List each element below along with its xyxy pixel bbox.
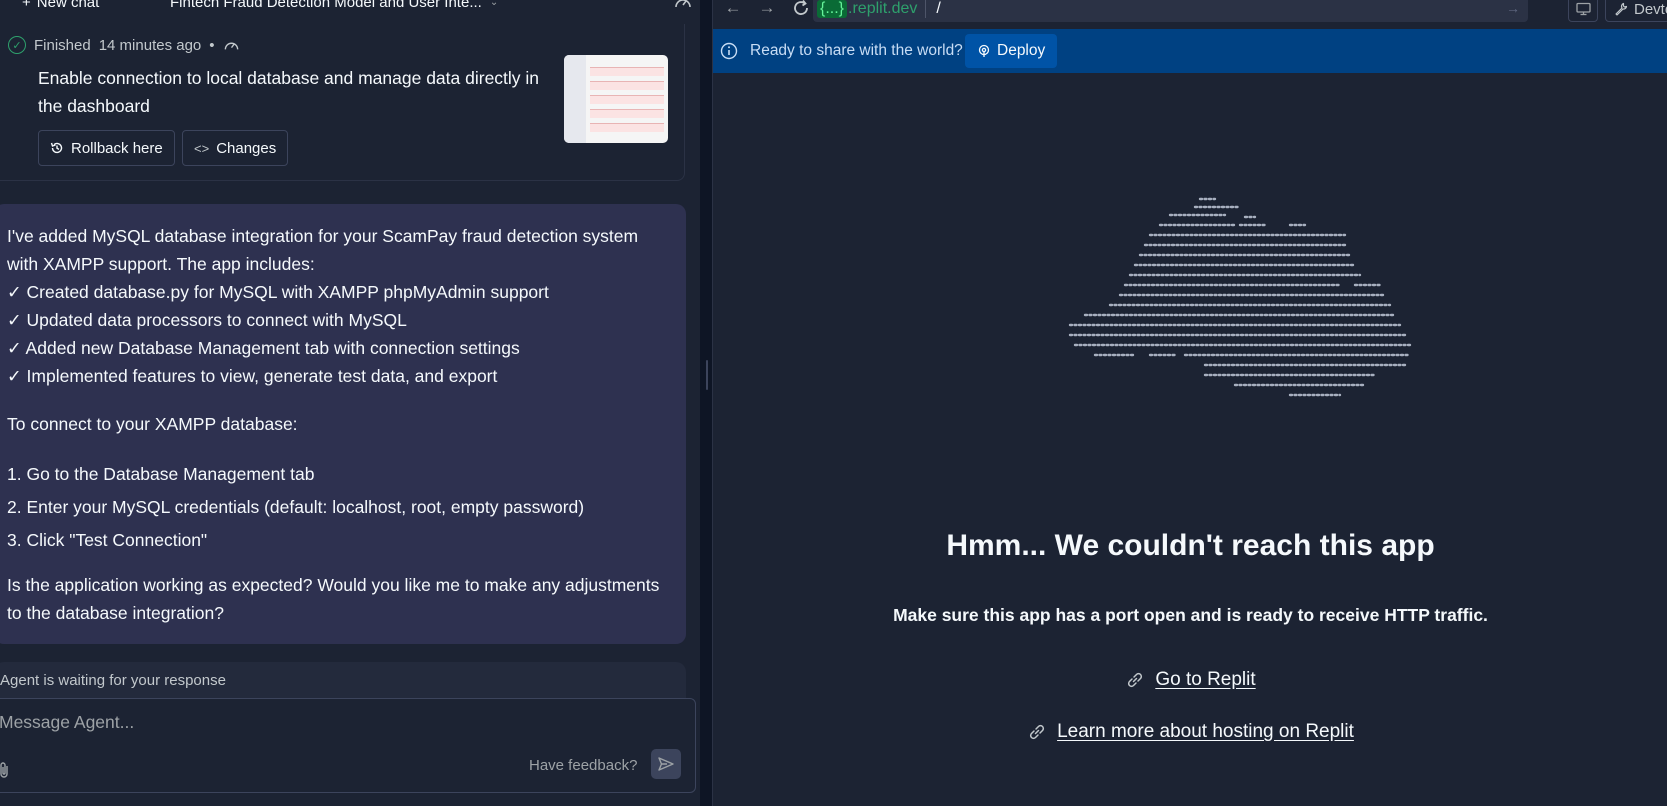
message-line: Is the application working as expected? … [7, 575, 660, 595]
go-arrow-icon[interactable]: → [1506, 0, 1520, 16]
separator-dot: • [209, 36, 215, 54]
code-icon: <> [194, 140, 210, 156]
changes-button[interactable]: <> Changes [182, 130, 289, 166]
thumbnail-row [590, 123, 664, 132]
check-item: ✓ Added new Database Management tab with… [7, 338, 520, 358]
hosting-docs-link[interactable]: Learn more about hosting on Replit [713, 721, 1667, 743]
hosting-docs-text: Learn more about hosting on Replit [1057, 721, 1354, 742]
monitor-icon [1575, 2, 1591, 16]
plus-icon: + [22, 0, 31, 11]
rollback-label: Rollback here [71, 139, 163, 157]
chat-title-text: Fintech Fraud Detection Model and User I… [170, 0, 482, 11]
deploy-icon [978, 44, 990, 57]
url-host: {...} .replit.dev [817, 0, 917, 18]
step-item: 2. Enter your MySQL credentials (default… [7, 497, 585, 517]
ascii-cloud-illustration [1068, 197, 1412, 397]
chat-header: + New chat Fintech Fraud Detection Model… [0, 0, 700, 14]
checkpoint-status: ✓ Finished 14 minutes ago • [8, 36, 240, 54]
chat-title-dropdown[interactable]: Fintech Fraud Detection Model and User I… [170, 0, 498, 11]
app-preview: Hmm... We couldn't reach this app Make s… [713, 73, 1667, 801]
message-line: I've added MySQL database integration fo… [7, 226, 639, 246]
feedback-link[interactable]: Have feedback? [529, 757, 637, 774]
back-arrow-icon[interactable]: ← [723, 0, 743, 18]
url-host-domain: .replit.dev [848, 0, 918, 17]
message-line: to the database integration? [7, 603, 224, 623]
status-text: Finished [34, 36, 91, 54]
changes-label: Changes [216, 139, 277, 157]
check-circle-icon: ✓ [8, 36, 26, 54]
thumbnail-row [590, 95, 664, 104]
devtools-button[interactable]: Devto [1605, 0, 1667, 22]
error-subtitle: Make sure this app has a port open and i… [893, 605, 1488, 625]
new-chat-label: New chat [36, 0, 100, 11]
step-item: 1. Go to the Database Management tab [7, 464, 315, 484]
link-icon [1030, 724, 1045, 740]
gauge-icon[interactable] [674, 0, 692, 10]
chevron-down-icon: ⌄ [489, 0, 499, 8]
send-button[interactable] [651, 749, 681, 779]
check-item: ✓ Updated data processors to connect wit… [7, 310, 407, 330]
wrench-icon [1615, 2, 1628, 16]
thumbnail-row [590, 67, 664, 76]
message-composer: Have feedback? [0, 698, 696, 793]
check-item: ✓ Created database.py for MySQL with XAM… [7, 282, 549, 302]
go-to-replit-link[interactable]: Go to Replit [713, 669, 1667, 691]
agent-message: I've added MySQL database integration fo… [0, 204, 686, 644]
deploy-button[interactable]: Deploy [965, 34, 1058, 68]
history-icon [50, 142, 63, 154]
thumbnail-sidebar [564, 55, 586, 143]
browser-toolbar: ← → {...} .replit.dev / → Devto [713, 0, 1667, 22]
message-input[interactable] [0, 709, 679, 735]
step-item: 3. Click "Test Connection" [7, 530, 208, 550]
resize-grip [706, 360, 708, 390]
info-icon [720, 42, 738, 60]
deploy-label: Deploy [997, 42, 1046, 59]
url-path: / [936, 0, 941, 17]
rollback-button[interactable]: Rollback here [38, 130, 175, 166]
check-item: ✓ Implemented features to view, generate… [7, 366, 498, 386]
agent-chat-pane: + New chat Fintech Fraud Detection Model… [0, 0, 700, 806]
device-preview-button[interactable] [1568, 0, 1598, 22]
url-host-badge: {...} [817, 0, 848, 18]
url-field[interactable]: {...} .replit.dev / → [813, 0, 1528, 22]
checkpoint-description: Enable connection to local database and … [38, 68, 540, 116]
url-separator [925, 0, 927, 18]
devtools-label: Devto [1634, 0, 1667, 18]
go-to-replit-text: Go to Replit [1155, 669, 1256, 690]
new-chat-button[interactable]: + New chat [22, 0, 99, 11]
pane-resize-handle[interactable] [704, 0, 710, 806]
time-ago: 14 minutes ago [98, 36, 202, 54]
checkpoint-screenshot-thumbnail[interactable] [564, 55, 668, 143]
send-icon [658, 757, 674, 771]
message-line: To connect to your XAMPP database: [7, 414, 298, 434]
webview-pane: ← → {...} .replit.dev / → Devto [712, 0, 1667, 806]
error-title: Hmm... We couldn't reach this app [946, 529, 1435, 562]
thumbnail-row [590, 109, 664, 118]
checkpoint-card: ✓ Finished 14 minutes ago • Enable conne… [0, 24, 685, 181]
link-icon [1128, 672, 1143, 688]
gauge-icon [224, 42, 238, 50]
reload-icon[interactable] [791, 0, 811, 18]
paperclip-icon[interactable] [0, 761, 11, 779]
forward-arrow-icon[interactable]: → [757, 0, 777, 18]
deploy-banner: Ready to share with the world? Deploy [713, 29, 1667, 73]
banner-text: Ready to share with the world? [750, 42, 963, 59]
thumbnail-row [590, 81, 664, 90]
app-root: + New chat Fintech Fraud Detection Model… [0, 0, 1667, 806]
agent-waiting-status: Agent is waiting for your response [0, 662, 686, 702]
message-line: with XAMPP support. The app includes: [7, 254, 315, 274]
